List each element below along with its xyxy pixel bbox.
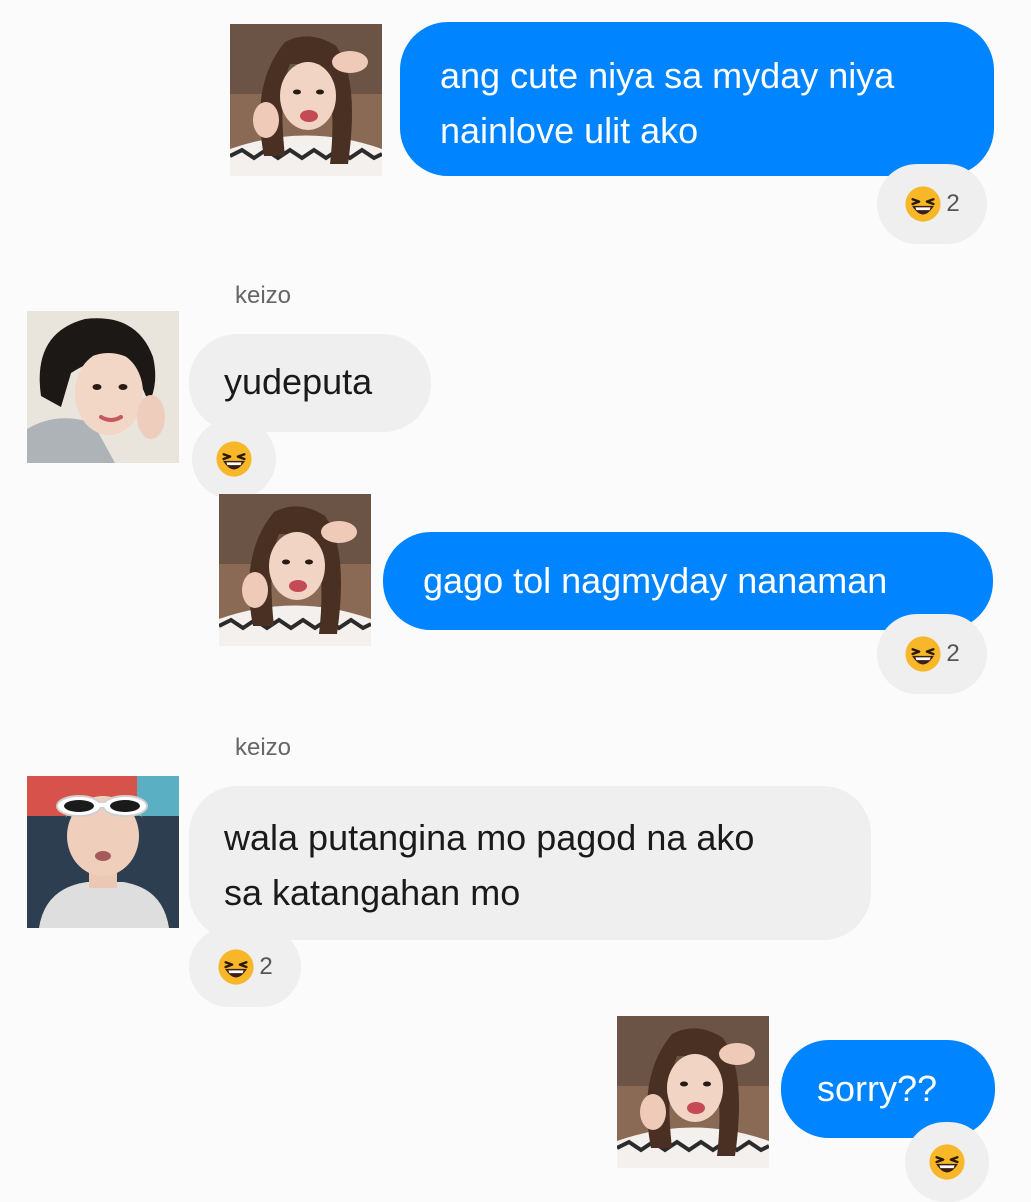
message-bubble-received[interactable]: yudeputa — [189, 334, 431, 432]
laughing-face-icon — [904, 185, 942, 223]
photo-long-hair-girl — [230, 24, 382, 176]
sender-photo[interactable] — [27, 311, 179, 463]
message-bubble-sent[interactable]: sorry?? — [781, 1040, 995, 1138]
photo-short-hair-girl — [27, 311, 179, 463]
sender-name: keizo — [235, 734, 292, 761]
message-bubble-sent[interactable]: gago tol nagmyday nanaman — [383, 532, 993, 630]
laughing-face-icon — [217, 948, 255, 986]
message-bubble-sent[interactable]: ang cute niya sa myday niya nainlove uli… — [400, 22, 994, 176]
reaction-badge[interactable] — [192, 419, 276, 499]
reaction-count: 2 — [259, 953, 273, 980]
sender-photo[interactable] — [219, 494, 371, 646]
sender-name: keizo — [235, 282, 292, 309]
laughing-face-icon — [928, 1143, 966, 1181]
reaction-badge[interactable]: 2 — [877, 164, 987, 244]
message-bubble-received[interactable]: wala putangina mo pagod na ako sa katang… — [189, 786, 871, 940]
sender-photo[interactable] — [230, 24, 382, 176]
reaction-count: 2 — [946, 190, 960, 217]
photo-long-hair-girl — [617, 1016, 769, 1168]
photo-long-hair-girl — [219, 494, 371, 646]
sender-photo[interactable] — [617, 1016, 769, 1168]
reaction-badge[interactable] — [905, 1122, 989, 1202]
sender-photo[interactable] — [27, 776, 179, 928]
photo-guy-white-sunglasses — [27, 776, 179, 928]
reaction-count: 2 — [946, 640, 960, 667]
reaction-badge[interactable]: 2 — [877, 614, 987, 694]
laughing-face-icon — [215, 440, 253, 478]
reaction-badge[interactable]: 2 — [189, 927, 301, 1007]
laughing-face-icon — [904, 635, 942, 673]
